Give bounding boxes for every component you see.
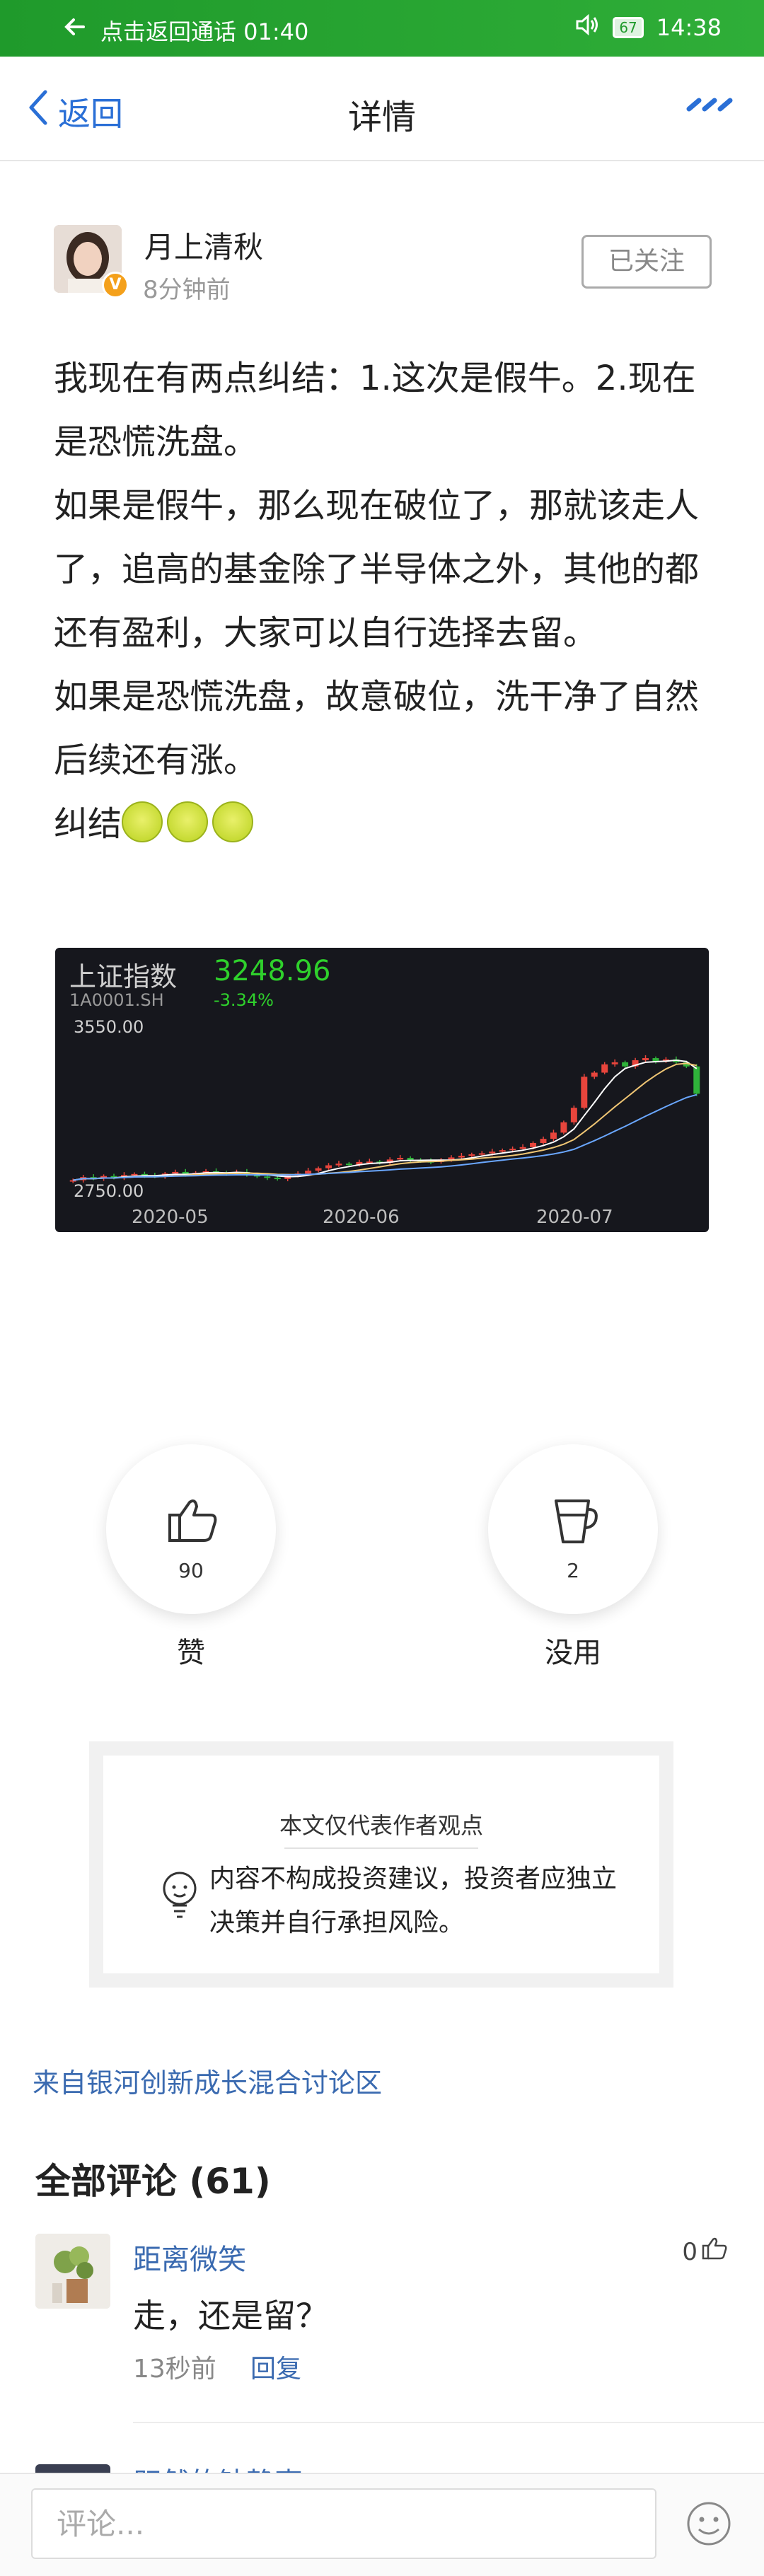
candle-body xyxy=(448,1157,455,1160)
emoji-picker-icon[interactable] xyxy=(685,2500,733,2551)
candle-body xyxy=(397,1158,404,1160)
disclaimer-box: 本文仅代表作者观点 内容不构成投资建议，投资者应独立决策并自行承担风险。 xyxy=(89,1741,673,1988)
y-axis-max-label: 3550.00 xyxy=(74,1017,144,1037)
like-button[interactable]: 90 xyxy=(106,1444,276,1614)
confused-emoji-icon xyxy=(122,801,163,842)
author-name[interactable]: 月上清秋 xyxy=(144,224,263,267)
candle-body xyxy=(540,1139,547,1143)
confused-emoji-icon xyxy=(212,801,254,842)
candle-body xyxy=(693,1066,700,1094)
speaker-icon xyxy=(574,13,600,42)
x-axis-label: 2020-06 xyxy=(323,1207,400,1228)
clock: 14:38 xyxy=(656,14,722,41)
thumbs-up-icon xyxy=(167,1497,221,1548)
x-axis-label: 2020-07 xyxy=(536,1207,613,1228)
comment-item: 距离微笑 0 走，还是留？ 13秒前 回复 xyxy=(35,2234,729,2384)
battery-icon: 67 xyxy=(613,17,644,38)
confused-emoji-icon xyxy=(167,801,209,842)
disclaimer-divider xyxy=(284,1847,478,1849)
candle-body xyxy=(335,1164,342,1166)
index-change: -3.34% xyxy=(214,990,274,1010)
call-return-text[interactable]: 点击返回通话 01:40 xyxy=(100,14,308,47)
comment-input[interactable] xyxy=(31,2488,656,2559)
candle-body xyxy=(468,1154,475,1156)
more-icon xyxy=(686,98,733,112)
candle-body xyxy=(611,1062,618,1064)
article-paragraph-text: 纠结 xyxy=(54,804,122,844)
candle-body xyxy=(478,1153,485,1155)
y-axis-min-label: 2750.00 xyxy=(74,1181,144,1201)
article-paragraph: 如果是假牛，那么现在破位了，那就该走人了，追高的基金除了半导体之外，其他的都还有… xyxy=(54,486,700,653)
author-row: V 月上清秋 8分钟前 已关注 xyxy=(54,224,712,304)
candle-body xyxy=(345,1164,352,1166)
bulb-face-icon xyxy=(160,1870,199,1924)
article-paragraph: 如果是恐慌洗盘，故意破位，洗干净了自然后续还有涨。 xyxy=(54,677,700,780)
candle-body xyxy=(570,1108,577,1122)
back-arrow-icon[interactable] xyxy=(62,13,88,44)
candle-body xyxy=(489,1151,496,1154)
candle-body xyxy=(591,1072,598,1077)
thumbs-up-icon xyxy=(702,2236,729,2267)
comment-like-button[interactable]: 0 xyxy=(682,2236,729,2267)
nav-bar: 返回 详情 xyxy=(0,57,764,161)
status-right: 67 14:38 xyxy=(574,13,722,42)
disclaimer-inner: 本文仅代表作者观点 内容不构成投资建议，投资者应独立决策并自行承担风险。 xyxy=(103,1756,659,1973)
candle-body xyxy=(622,1062,629,1067)
commenter-name[interactable]: 距离微笑 xyxy=(133,2236,246,2278)
stock-chart[interactable]: 上证指数 1A0001.SH 3248.96 -3.34% 3550.00 27… xyxy=(55,948,709,1232)
candle-body xyxy=(560,1122,567,1133)
candle-body xyxy=(325,1165,332,1168)
page-title: 详情 xyxy=(347,98,416,137)
ma5-line xyxy=(73,1059,698,1181)
candle-body xyxy=(530,1142,537,1147)
candle-body xyxy=(315,1168,322,1171)
candle-body xyxy=(642,1058,649,1060)
candle-body xyxy=(131,1173,138,1176)
comment-bar xyxy=(0,2473,764,2576)
candle-body xyxy=(458,1156,465,1158)
post-time: 8分钟前 xyxy=(143,276,231,304)
candle-body xyxy=(172,1171,179,1174)
candle-body xyxy=(519,1147,526,1149)
follow-button[interactable]: 已关注 xyxy=(581,235,712,289)
reply-button[interactable]: 回复 xyxy=(250,2348,301,2385)
like-label: 赞 xyxy=(177,1637,205,1669)
useless-button[interactable]: 2 xyxy=(488,1444,658,1614)
candle-body xyxy=(601,1064,608,1073)
source-forum-link[interactable]: 来自银河创新成长混合讨论区 xyxy=(33,2061,382,2100)
comment-text: 走，还是留？ xyxy=(133,2297,328,2335)
candle-body xyxy=(499,1150,506,1152)
article-body: 我现在有两点纠结：1.这次是假牛。2.现在是恐慌洗盘。 如果是假牛，那么现在破位… xyxy=(54,347,719,856)
candle-body xyxy=(581,1077,588,1108)
index-name: 上证指数 xyxy=(69,961,178,992)
comment-time: 13秒前 xyxy=(133,2355,216,2384)
candle-body xyxy=(264,1176,271,1178)
comment-like-count: 0 xyxy=(682,2237,698,2266)
commenter-avatar[interactable] xyxy=(35,2234,110,2309)
cup-icon xyxy=(549,1497,603,1550)
more-button[interactable] xyxy=(686,92,734,120)
comment-divider xyxy=(133,2422,764,2423)
comments-title: 全部评论 (61) xyxy=(35,2161,271,2202)
useless-count: 2 xyxy=(567,1559,579,1582)
article-paragraph-last: 纠结 xyxy=(54,792,719,856)
ma20-line xyxy=(73,1093,698,1181)
disclaimer-title: 本文仅代表作者观点 xyxy=(279,1812,483,1839)
useless-label: 没用 xyxy=(545,1637,601,1669)
candle-body xyxy=(652,1058,659,1062)
status-bar: 点击返回通话 01:40 67 14:38 xyxy=(0,0,764,57)
x-axis-label: 2020-05 xyxy=(132,1207,209,1228)
article-paragraph: 我现在有两点纠结：1.这次是假牛。2.现在是恐慌洗盘。 xyxy=(54,359,696,462)
candle-body xyxy=(305,1171,312,1174)
candle-body xyxy=(509,1149,516,1151)
candle-body xyxy=(550,1132,557,1139)
candle-body xyxy=(274,1178,281,1180)
like-count: 90 xyxy=(178,1559,204,1582)
verified-badge-icon: V xyxy=(102,272,129,298)
index-code: 1A0001.SH xyxy=(69,990,164,1010)
disclaimer-body: 内容不构成投资建议，投资者应独立决策并自行承担风险。 xyxy=(209,1864,618,1937)
index-price: 3248.96 xyxy=(214,955,331,987)
